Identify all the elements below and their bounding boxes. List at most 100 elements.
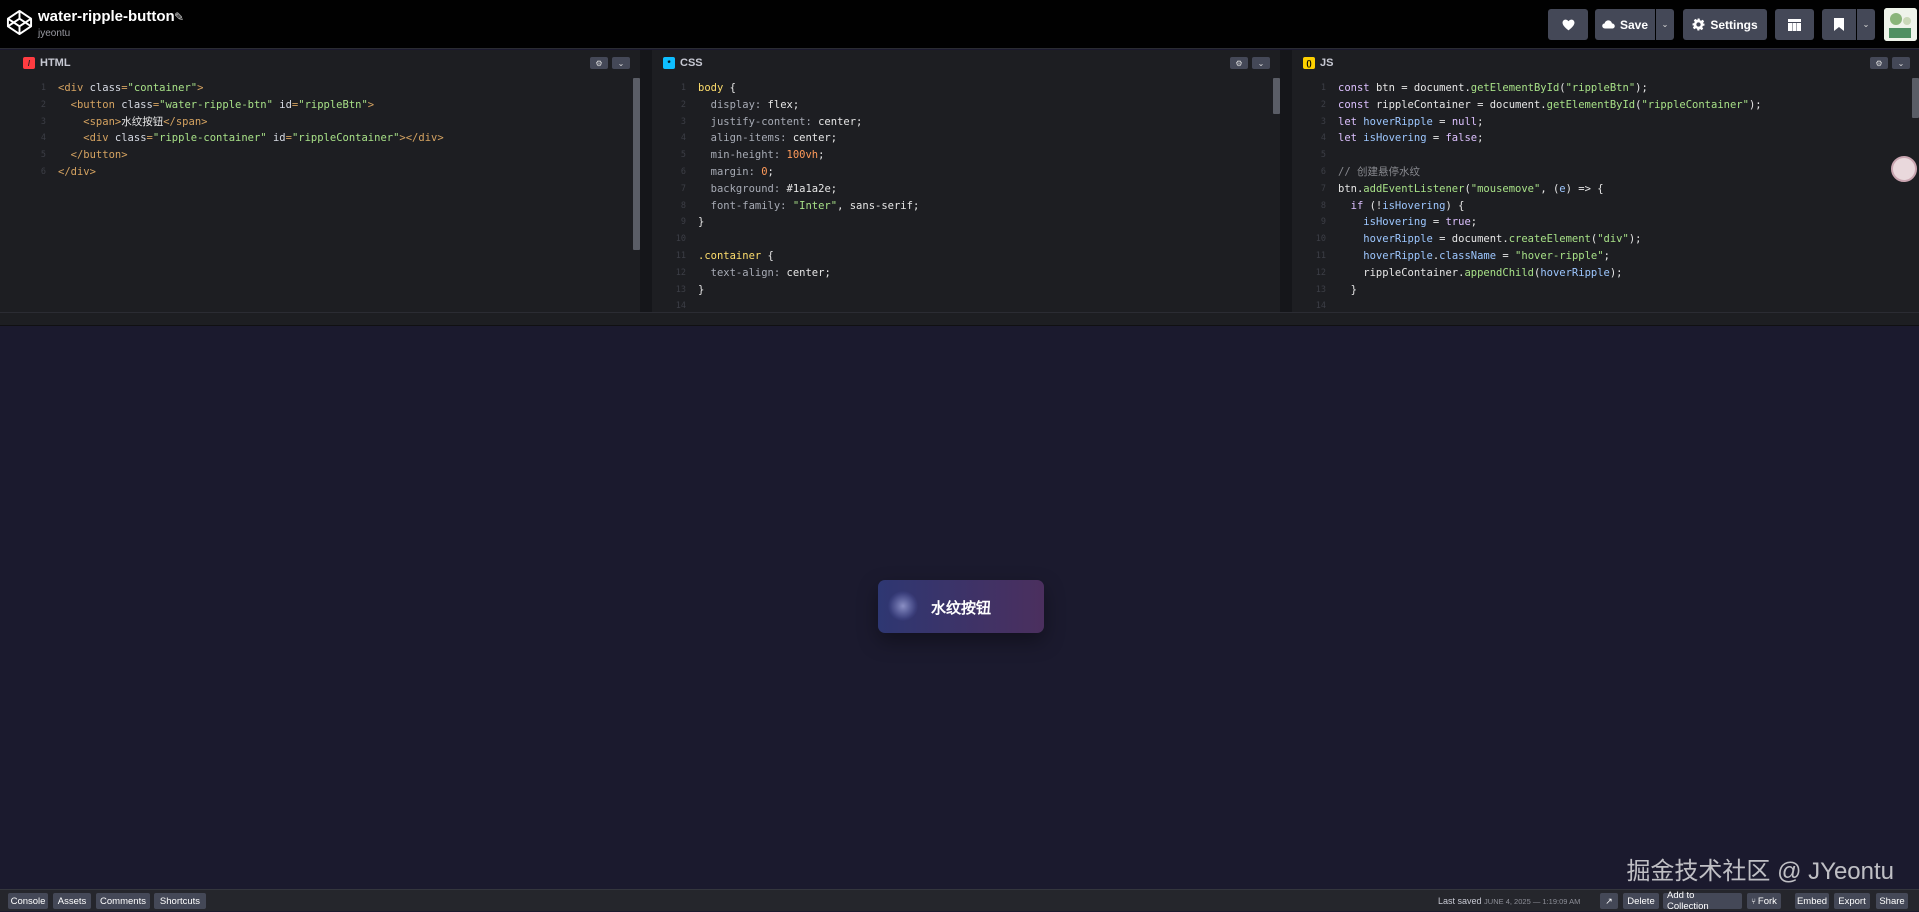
user-avatar[interactable] xyxy=(1884,8,1917,41)
code-line[interactable]: 5 min-height: 100vh; xyxy=(652,147,1280,164)
layout-grid-icon xyxy=(1788,18,1801,31)
top-bar: water-ripple-button ✎ jyeontu Save ⌄ Set… xyxy=(0,0,1919,49)
save-label: Save xyxy=(1619,17,1649,32)
css-pane-collapse-button[interactable]: ⌄ xyxy=(1252,57,1270,69)
code-line[interactable]: 2 <button class="water-ripple-btn" id="r… xyxy=(12,97,640,114)
code-line[interactable]: 14 xyxy=(652,298,1280,312)
code-line[interactable]: 12 text-align: center; xyxy=(652,265,1280,282)
code-text: let hoverRipple = null; xyxy=(1338,115,1484,128)
open-external-button[interactable]: ↗ xyxy=(1600,893,1618,909)
code-line[interactable]: 2 const rippleContainer = document.getEle… xyxy=(1292,97,1919,114)
code-line[interactable]: 4 <div class="ripple-container" id="ripp… xyxy=(12,130,640,147)
js-pane-settings-button[interactable]: ⚙ xyxy=(1870,57,1888,69)
js-pane-title: JS xyxy=(1320,57,1334,69)
code-text: <button class="water-ripple-btn" id="rip… xyxy=(58,98,375,111)
add-to-collection-button[interactable]: Add to Collection xyxy=(1663,890,1742,912)
line-number: 4 xyxy=(680,133,686,144)
line-number: 5 xyxy=(40,150,46,161)
result-preview: 水纹按钮 掘金技术社区 @ JYeontu xyxy=(0,326,1919,889)
code-line[interactable]: 8 font-family: "Inter", sans-serif; xyxy=(652,198,1280,215)
console-button[interactable]: Console xyxy=(8,893,48,909)
code-line[interactable]: 4 align-items: center; xyxy=(652,130,1280,147)
save-button[interactable]: Save xyxy=(1595,9,1655,40)
edit-title-pencil-icon[interactable]: ✎ xyxy=(174,10,184,24)
code-line[interactable]: 8 if (!isHovering) { xyxy=(1292,198,1919,215)
code-text: let isHovering = false; xyxy=(1338,132,1484,145)
code-line[interactable]: 3 <span>水纹按钮</span> xyxy=(12,114,640,131)
js-scrollbar[interactable] xyxy=(1912,78,1919,118)
code-line[interactable]: 12 rippleContainer.appendChild(hoverRipp… xyxy=(1292,265,1919,282)
code-line[interactable]: 5 xyxy=(1292,147,1919,164)
assets-button[interactable]: Assets xyxy=(53,893,91,909)
line-number: 11 xyxy=(1315,250,1326,261)
line-number: 12 xyxy=(675,267,686,278)
js-pane-collapse-button[interactable]: ⌄ xyxy=(1892,57,1910,69)
floating-assistant-icon[interactable] xyxy=(1891,156,1917,182)
bookmark-options-dropdown[interactable]: ⌄ xyxy=(1857,9,1875,40)
code-line[interactable]: 6 </div> xyxy=(12,164,640,181)
pane-resizer[interactable] xyxy=(1280,50,1292,312)
delete-button[interactable]: Delete xyxy=(1623,893,1659,909)
pen-title[interactable]: water-ripple-button xyxy=(38,8,175,25)
water-ripple-button[interactable]: 水纹按钮 xyxy=(878,580,1044,633)
code-line[interactable]: 14 xyxy=(1292,298,1919,312)
embed-button[interactable]: Embed xyxy=(1795,893,1829,909)
code-line[interactable]: 10 xyxy=(652,231,1280,248)
code-line[interactable]: 2 display: flex; xyxy=(652,97,1280,114)
code-line[interactable]: 3 justify-content: center; xyxy=(652,114,1280,131)
code-line[interactable]: 5 </button> xyxy=(12,147,640,164)
code-line[interactable]: 3 let hoverRipple = null; xyxy=(1292,114,1919,131)
code-text: } xyxy=(698,216,705,229)
share-button[interactable]: Share xyxy=(1876,893,1908,909)
like-button[interactable] xyxy=(1548,9,1588,40)
pane-resizer[interactable] xyxy=(640,50,652,312)
css-icon: * xyxy=(663,57,675,69)
css-code[interactable]: 1 body {2 display: flex; 3 justify-content… xyxy=(652,80,1280,312)
html-pane-collapse-button[interactable]: ⌄ xyxy=(612,57,630,69)
pen-author[interactable]: jyeontu xyxy=(38,28,70,39)
code-line[interactable]: 4 let isHovering = false; xyxy=(1292,130,1919,147)
code-text: font-family: "Inter", sans-serif; xyxy=(698,199,920,212)
settings-button[interactable]: Settings xyxy=(1683,9,1767,40)
preview-resizer[interactable] xyxy=(0,312,1919,326)
line-number: 7 xyxy=(1320,183,1326,194)
code-line[interactable]: 7 background: #1a1a2e; xyxy=(652,181,1280,198)
code-line[interactable]: 1 const btn = document.getElementById("ri… xyxy=(1292,80,1919,97)
html-code[interactable]: 1 <div class="container"> 2 <button class=… xyxy=(12,80,640,312)
code-line[interactable]: 10 hoverRipple = document.createElement(… xyxy=(1292,231,1919,248)
codepen-logo-icon[interactable] xyxy=(6,9,33,36)
line-number: 9 xyxy=(680,217,686,228)
code-line[interactable]: 9} xyxy=(652,214,1280,231)
code-line[interactable]: 6 // 创建悬停水纹 xyxy=(1292,164,1919,181)
code-line[interactable]: 7 btn.addEventListener("mousemove", (e) =… xyxy=(1292,181,1919,198)
code-text: const btn = document.getElementById("rip… xyxy=(1338,82,1648,94)
css-pane-settings-button[interactable]: ⚙ xyxy=(1230,57,1248,69)
bookmark-button[interactable] xyxy=(1822,9,1856,40)
fork-button[interactable]: ⑂ Fork xyxy=(1747,893,1781,909)
html-scrollbar[interactable] xyxy=(633,78,640,250)
export-button[interactable]: Export xyxy=(1834,893,1870,909)
code-text: const rippleContainer = document.getElem… xyxy=(1338,98,1762,111)
code-line[interactable]: 11 hoverRipple.className = "hover-ripple… xyxy=(1292,248,1919,265)
line-number: 3 xyxy=(40,116,46,127)
code-line[interactable]: 13} xyxy=(652,282,1280,299)
code-line[interactable]: 1 <div class="container"> xyxy=(12,80,640,97)
code-line[interactable]: 6 margin: 0; xyxy=(652,164,1280,181)
css-scrollbar[interactable] xyxy=(1273,78,1280,114)
line-number: 5 xyxy=(1320,150,1326,161)
html-pane-settings-button[interactable]: ⚙ xyxy=(590,57,608,69)
comments-button[interactable]: Comments xyxy=(96,893,150,909)
save-options-dropdown[interactable]: ⌄ xyxy=(1656,9,1674,40)
js-code[interactable]: 1 const btn = document.getElementById("ri… xyxy=(1292,80,1919,312)
html-pane-header: / HTML xyxy=(0,50,640,76)
code-line[interactable]: 13 } xyxy=(1292,282,1919,299)
settings-label: Settings xyxy=(1710,17,1758,32)
code-line[interactable]: 11 .container { xyxy=(652,248,1280,265)
code-line[interactable]: 1 body { xyxy=(652,80,1280,97)
line-number: 1 xyxy=(1320,83,1326,93)
shortcuts-button[interactable]: Shortcuts xyxy=(154,893,206,909)
code-text: isHovering = true; xyxy=(1363,216,1478,229)
change-view-button[interactable] xyxy=(1775,9,1814,40)
code-line[interactable]: 9 isHovering = true; xyxy=(1292,214,1919,231)
code-text: btn.addEventListener("mousemove", (e) =>… xyxy=(1338,182,1604,195)
